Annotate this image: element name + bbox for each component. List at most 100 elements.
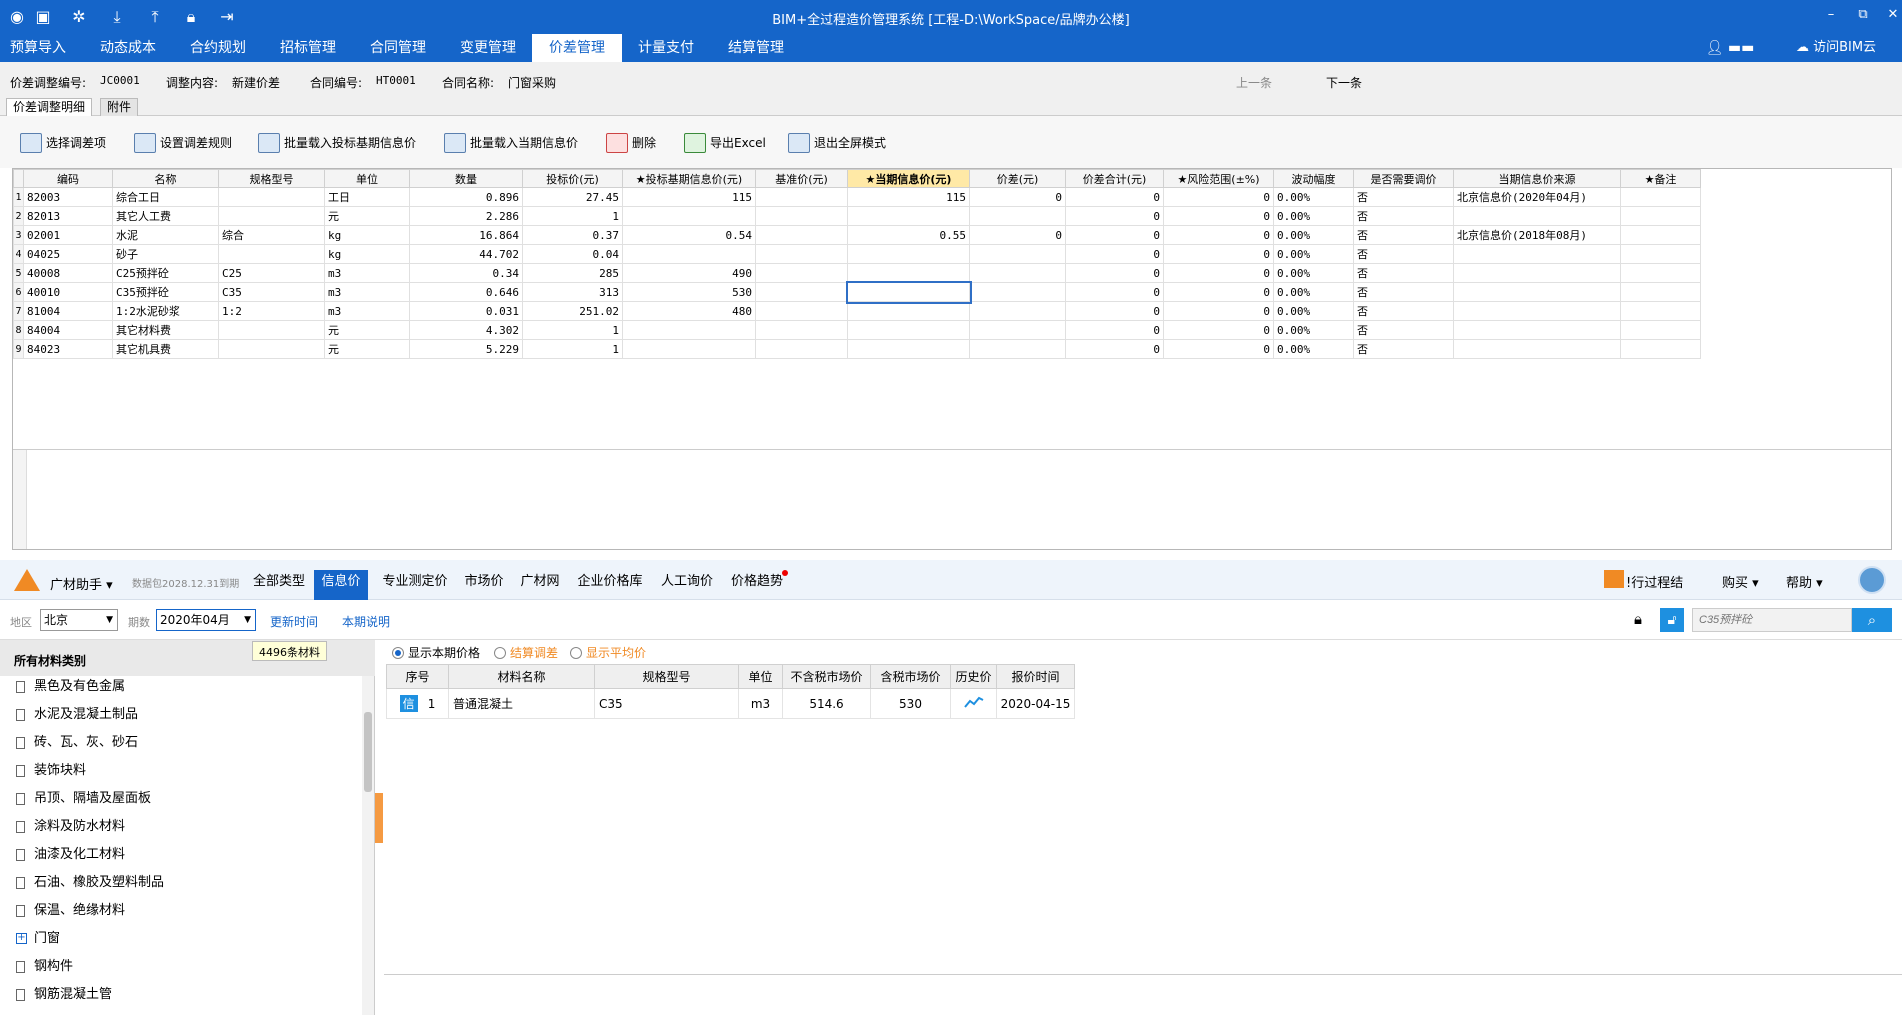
cell-fluct[interactable]: 0.00% [1273, 301, 1354, 321]
cell-name[interactable]: C25预拌砼 [112, 263, 219, 283]
cell-qty[interactable]: 44.702 [409, 244, 523, 264]
cell-diff-total[interactable]: 0 [1065, 206, 1164, 226]
cell-diff[interactable] [969, 263, 1066, 283]
tab-manual-inquiry[interactable]: 人工询价 [652, 570, 722, 600]
grid-row[interactable]: 3 02001 水泥 综合 kg 16.864 0.37 0.54 0.55 0 0 0 0.00% 否北… [13, 225, 1701, 245]
cell-need[interactable]: 否 [1353, 263, 1454, 283]
cell-spec[interactable]: 1:2 [218, 301, 325, 321]
category-item[interactable]: 装饰块料 [16, 760, 86, 782]
cell-unit[interactable]: kg [324, 225, 410, 245]
user-avatar[interactable]: 👤︎ ▬▬ [1700, 34, 1760, 62]
cell-cur[interactable] [847, 339, 970, 359]
res-col-spec[interactable]: 规格型号 [594, 664, 739, 689]
cell-code[interactable]: 82013 [23, 206, 113, 226]
cell-diff[interactable] [969, 301, 1066, 321]
cell-risk[interactable]: 0 [1163, 206, 1274, 226]
row-number[interactable]: 6 [13, 282, 24, 302]
tab-attachment[interactable]: 附件 [100, 98, 139, 116]
cell-bid[interactable]: 0.37 [522, 225, 623, 245]
cell-fluct[interactable]: 0.00% [1273, 244, 1354, 264]
res-col-history[interactable]: 历史价 [950, 664, 997, 689]
prev-record-button[interactable]: 上一条 [1236, 74, 1272, 91]
res-col-date[interactable]: 报价时间 [996, 664, 1075, 689]
grid-row[interactable]: 2 82013 其它人工费元 2.286 1 0 0 0.00% 否 [13, 206, 1701, 226]
row-number[interactable]: 8 [13, 320, 24, 340]
cell-risk[interactable]: 0 [1163, 320, 1274, 340]
cell-cur[interactable]: 115 [847, 187, 970, 207]
menu-tender[interactable]: 招标管理 [272, 34, 344, 62]
tab-gcw[interactable]: 广材网 [512, 570, 568, 600]
cell-base[interactable] [755, 244, 848, 264]
cell-risk[interactable]: 0 [1163, 282, 1274, 302]
cell-bid[interactable]: 285 [522, 263, 623, 283]
cell-remark[interactable] [1620, 206, 1701, 226]
grid-row[interactable]: 8 84004 其它材料费元 4.302 1 0 0 0.00% 否 [13, 320, 1701, 340]
cell-base[interactable] [755, 263, 848, 283]
cell-fluct[interactable]: 0.00% [1273, 282, 1354, 302]
cell-bid[interactable]: 1 [522, 320, 623, 340]
menu-contract-plan[interactable]: 合约规划 [182, 34, 254, 62]
restore-button[interactable]: ⧉ [1852, 7, 1874, 27]
tab-measured-price[interactable]: 专业测定价 [374, 570, 456, 600]
cell-remark[interactable] [1620, 263, 1701, 283]
buy-menu[interactable]: 购买 ▾ [1722, 572, 1759, 591]
tab-market-price[interactable]: 市场价 [456, 570, 512, 600]
cell-qty[interactable]: 0.646 [409, 282, 523, 302]
cell-need[interactable]: 否 [1353, 301, 1454, 321]
cell-diff-total[interactable]: 0 [1065, 282, 1164, 302]
cell-cur[interactable]: 0.55 [847, 225, 970, 245]
radio[interactable] [494, 647, 506, 659]
menu-payment[interactable]: 计量支付 [630, 34, 702, 62]
col-current-info-price[interactable]: ★当期信息价(元) [847, 169, 970, 188]
cell-bid[interactable]: 313 [522, 282, 623, 302]
cell-src[interactable] [1453, 244, 1621, 264]
category-item[interactable]: + 门窗 [16, 928, 60, 950]
radio-selected[interactable] [392, 647, 404, 659]
cell-unit[interactable]: m3 [324, 301, 410, 321]
row-number[interactable]: 5 [13, 263, 24, 283]
cell-base-info[interactable]: 0.54 [622, 225, 756, 245]
cell-need[interactable]: 否 [1353, 320, 1454, 340]
option-current-price[interactable]: 显示本期价格 [392, 644, 480, 661]
category-item[interactable]: 油漆及化工材料 [16, 844, 125, 866]
profile-avatar[interactable] [1858, 566, 1886, 594]
row-number[interactable]: 9 [13, 339, 24, 359]
delete-button[interactable]: 删除 [606, 132, 656, 154]
cell-diff-total[interactable]: 0 [1065, 263, 1164, 283]
col-fluctuation[interactable]: 波动幅度 [1273, 169, 1354, 188]
cell-risk[interactable]: 0 [1163, 263, 1274, 283]
scrollbar-thumb[interactable] [364, 712, 372, 792]
cell-base-info[interactable]: 530 [622, 282, 756, 302]
cell-qty[interactable]: 5.229 [409, 339, 523, 359]
cell-diff-total[interactable]: 0 [1065, 244, 1164, 264]
cell-remark[interactable] [1620, 320, 1701, 340]
cell-diff-total[interactable]: 0 [1065, 187, 1164, 207]
cell-code[interactable]: 04025 [23, 244, 113, 264]
menu-settlement[interactable]: 结算管理 [720, 34, 792, 62]
cell-bid[interactable]: 1 [522, 339, 623, 359]
cell-diff[interactable] [969, 320, 1066, 340]
cell-spec[interactable] [218, 320, 325, 340]
cell-remark[interactable] [1620, 187, 1701, 207]
cell-diff-total[interactable]: 0 [1065, 301, 1164, 321]
cell-bid[interactable]: 251.02 [522, 301, 623, 321]
minimize-button[interactable]: – [1820, 7, 1842, 27]
cell-code[interactable]: 81004 [23, 301, 113, 321]
cell-base[interactable] [755, 339, 848, 359]
cell-qty[interactable]: 0.896 [409, 187, 523, 207]
cell-src[interactable] [1453, 206, 1621, 226]
cell-unit[interactable]: m3 [324, 282, 410, 302]
col-remark[interactable]: ★备注 [1620, 169, 1701, 188]
expand-plus-icon[interactable]: + [16, 933, 27, 944]
col-unit[interactable]: 单位 [324, 169, 410, 188]
cell-risk[interactable]: 0 [1163, 225, 1274, 245]
cell-fluct[interactable]: 0.00% [1273, 263, 1354, 283]
cell-name[interactable]: 水泥 [112, 225, 219, 245]
grid-row[interactable]: 1 82003 综合工日 工日 0.896 27.45 115 115 0 0 0 0.00% 否北京信… [13, 187, 1701, 207]
cell-spec[interactable]: C25 [218, 263, 325, 283]
cell-qty[interactable]: 2.286 [409, 206, 523, 226]
cell-spec[interactable] [218, 339, 325, 359]
cell-qty[interactable]: 0.34 [409, 263, 523, 283]
cell-cur[interactable] [845, 280, 972, 304]
category-item[interactable]: 钢构件 [16, 956, 73, 978]
